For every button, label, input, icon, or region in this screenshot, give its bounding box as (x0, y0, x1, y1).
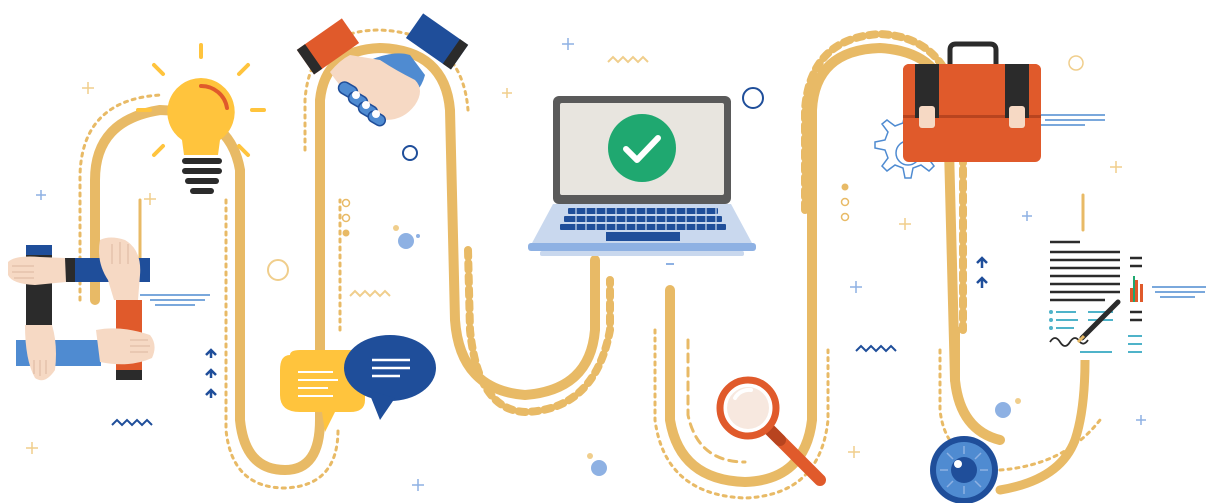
ring-icon (402, 145, 418, 161)
dot-icon (587, 453, 593, 459)
speech-bubbles-icon (280, 335, 436, 432)
process-roadmap-illustration (8, 13, 1206, 503)
ring-icon (1068, 55, 1084, 71)
dot-icon (393, 225, 399, 231)
eye-icon (930, 436, 998, 503)
dot-icon (1015, 398, 1021, 404)
dot-icon (841, 183, 849, 191)
signed-document-icon (1045, 236, 1145, 360)
dot-icon (341, 198, 351, 208)
ring-icon (267, 259, 289, 281)
dot-icon (342, 229, 350, 237)
road-main-track-3 (995, 355, 1090, 495)
road-thick-dash-lane (464, 246, 614, 417)
keyboard (560, 208, 726, 230)
zigzag-icon (349, 289, 391, 298)
road-dashed-lane (998, 418, 1102, 472)
ring-icon (742, 87, 764, 109)
dot-icon (840, 197, 850, 207)
hands-circle-icon (8, 237, 155, 381)
magnifier-icon (716, 376, 826, 486)
dot-icon (995, 402, 1011, 418)
dot-icon (840, 212, 850, 222)
laptop-checkmark-icon (528, 96, 756, 265)
dot-icon (341, 213, 351, 223)
dot-icon (416, 234, 420, 238)
zigzag-icon (607, 55, 649, 64)
zigzag-icon (111, 418, 153, 427)
dot-icon (398, 233, 414, 249)
lightbulb-icon (136, 43, 266, 194)
dot-icon (591, 460, 607, 476)
zigzag-icon (855, 344, 897, 353)
